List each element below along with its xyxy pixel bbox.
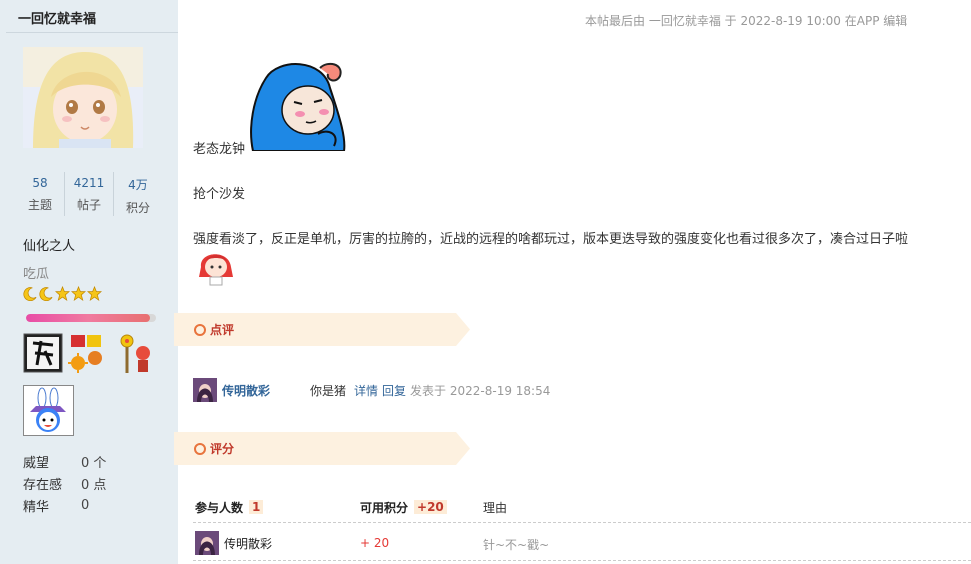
star-icon	[55, 286, 70, 301]
user-rank-title[interactable]: 仙化之人	[23, 235, 75, 254]
medals	[23, 333, 151, 373]
comment-reply-link[interactable]: 回复	[382, 382, 406, 399]
info-row-essence: 精华 0	[23, 494, 106, 516]
rating-reason: 针~不~戳~	[483, 538, 550, 552]
stat-posts-count: 4211	[73, 176, 105, 190]
info-key: 威望	[23, 455, 50, 471]
circle-icon	[194, 443, 206, 455]
user-info-list: 威望 0 个 存在感 0 点 精华 0	[23, 450, 106, 516]
stat-points[interactable]: 4万 积分	[113, 172, 162, 216]
comment-item: 传明散彩 你是猪 详情 回复 发表于 2022-8-19 18:54	[193, 378, 550, 402]
stat-points-count: 4万	[128, 178, 148, 192]
participants-count: 1	[249, 500, 264, 514]
star-icon	[87, 286, 102, 301]
rating-section-title: 评分	[210, 442, 235, 456]
post-line-3: 强度看淡了，反正是单机，厉害的拉胯的，近战的远程的啥都玩过，版本更迭导致的强度变…	[193, 232, 909, 247]
moon-icon	[23, 287, 37, 301]
info-key: 存在感	[23, 477, 63, 493]
info-value: 0 个	[81, 455, 107, 471]
stat-threads-count: 58	[32, 176, 48, 190]
red-hair-girl-emoji-icon	[193, 247, 238, 287]
rating-section-header: 评分	[174, 432, 470, 465]
level-stars	[23, 286, 102, 301]
comment-time: 发表于 2022-8-19 18:54	[410, 383, 551, 398]
level-progress-bar	[26, 314, 156, 322]
rating-table-header: 参与人数 1 可用积分 +20 理由	[193, 497, 971, 517]
level-progress-fill	[26, 314, 150, 322]
user-sidebar: 一回忆就幸福 58 主题 4211 帖子 4万 积分 仙化之人 吃瓜 威望 0 …	[0, 0, 178, 564]
comments-section-header: 点评	[174, 313, 470, 346]
stat-posts-label: 帖子	[76, 198, 101, 212]
user-avatar[interactable]	[23, 47, 143, 148]
participants-label: 参与人数	[195, 500, 244, 515]
username[interactable]: 一回忆就幸福	[18, 8, 96, 27]
stat-posts[interactable]: 4211 帖子	[64, 172, 113, 216]
divider	[6, 32, 178, 33]
moon-icon	[39, 287, 53, 301]
last-edit-notice: 本帖最后由 一回忆就幸福 于 2022-8-19 10:00 在APP 编辑	[585, 14, 908, 28]
points-total: +20	[414, 500, 447, 514]
post-line-1: 老态龙钟	[193, 142, 246, 157]
medal-staff-icon[interactable]	[111, 333, 151, 373]
rater-name[interactable]: 传明散彩	[224, 535, 272, 552]
rater-avatar[interactable]	[195, 531, 219, 555]
commenter-avatar[interactable]	[193, 378, 217, 402]
participants-header: 参与人数 1	[195, 497, 264, 517]
blue-blob-emoji-icon	[248, 58, 348, 152]
info-key: 精华	[23, 499, 50, 515]
points-label: 可用积分	[360, 500, 409, 515]
info-row-presence: 存在感 0 点	[23, 472, 106, 494]
rater[interactable]: 传明散彩	[195, 531, 272, 555]
comment-detail-link[interactable]: 详情	[354, 382, 378, 399]
medal-sun-icon[interactable]	[67, 333, 107, 373]
info-row-prestige: 威望 0 个	[23, 450, 106, 472]
circle-icon	[194, 324, 206, 336]
divider	[193, 522, 971, 524]
medal-calligraphy-icon[interactable]	[23, 333, 63, 373]
rating-score: + 20	[360, 536, 390, 550]
comment-text: 你是猪	[310, 383, 347, 398]
rating-row: 传明散彩 + 20 针~不~戳~	[193, 530, 971, 556]
user-custom-title: 吃瓜	[23, 267, 50, 282]
star-icon	[71, 286, 86, 301]
info-value: 0 点	[81, 477, 107, 493]
stat-threads-label: 主题	[27, 198, 52, 212]
divider	[193, 560, 971, 562]
commenter-name[interactable]: 传明散彩	[222, 382, 310, 399]
info-value: 0	[81, 497, 90, 513]
post-line-2: 抢个沙发	[193, 187, 246, 202]
user-stats: 58 主题 4211 帖子 4万 积分	[16, 172, 162, 216]
medal-bunny-icon[interactable]	[23, 385, 74, 436]
reason-header: 理由	[483, 500, 508, 515]
stat-threads[interactable]: 58 主题	[16, 172, 64, 216]
stat-points-label: 积分	[125, 201, 150, 215]
points-header: 可用积分 +20	[360, 497, 447, 517]
comments-section-title: 点评	[210, 323, 235, 337]
